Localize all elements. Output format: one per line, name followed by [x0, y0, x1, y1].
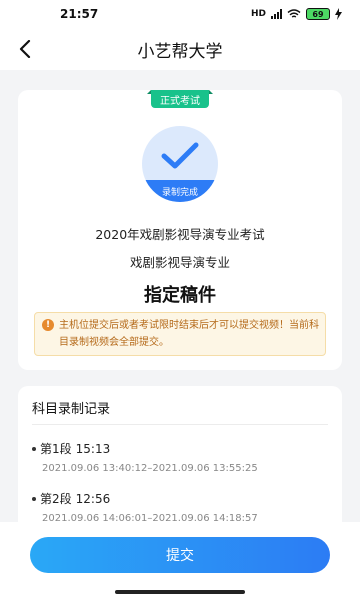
wifi-icon — [287, 9, 301, 18]
status-time: 21:57 — [60, 7, 99, 21]
signal-icon — [271, 9, 282, 19]
notice-box: ! 主机位提交后或者考试限时结束后才可以提交视频！当前科目录制视频会全部提交。 — [34, 312, 326, 356]
status-icons: HD 69 — [251, 8, 342, 20]
record-status-indicator: 录制完成 — [142, 126, 218, 202]
records-title: 科目录制记录 — [32, 402, 111, 417]
record-duration: 15:13 — [75, 441, 111, 456]
subject-title: 指定稿件 — [144, 285, 216, 306]
divider — [32, 424, 328, 425]
bullet-icon — [32, 496, 36, 501]
exam-name: 2020年戏剧影视导演专业考试 — [95, 227, 265, 242]
notice-text: 主机位提交后或者考试限时结束后才可以提交视频！当前科目录制视频会全部提交。 — [59, 320, 319, 348]
record-label: 第2段 — [40, 492, 72, 506]
record-status-label: 录制完成 — [142, 180, 218, 202]
bullet-icon — [32, 446, 36, 451]
record-duration: 12:56 — [75, 491, 111, 506]
chevron-left-icon — [19, 40, 31, 58]
record-item: 第1段 15:13 2021.09.06 13:40:12–2021.09.06… — [32, 440, 332, 474]
records-card: 科目录制记录 第1段 15:13 2021.09.06 13:40:12–202… — [18, 386, 342, 536]
battery-icon: 69 — [306, 8, 330, 20]
warning-icon: ! — [42, 319, 54, 331]
submit-button[interactable]: 提交 — [30, 537, 330, 573]
check-icon — [161, 142, 199, 169]
exam-type-badge: 正式考试 — [147, 90, 213, 108]
nav-bar: 小艺帮大学 — [0, 28, 360, 70]
charging-icon — [335, 8, 342, 20]
major-name: 戏剧影视导演专业 — [129, 255, 230, 270]
record-label: 第1段 — [40, 442, 72, 456]
exam-card: 正式考试 录制完成 2020年戏剧影视导演专业考试 戏剧影视导演专业 指定稿件 … — [18, 90, 342, 370]
network-label: HD — [250, 9, 266, 19]
record-item: 第2段 12:56 2021.09.06 14:06:01–2021.09.06… — [32, 490, 332, 524]
back-button[interactable] — [10, 34, 40, 64]
status-bar: 21:57 HD 69 — [0, 0, 360, 28]
record-time-range: 2021.09.06 13:40:12–2021.09.06 13:55:25 — [42, 463, 258, 474]
bottom-bar: 提交 — [0, 522, 360, 600]
home-indicator[interactable] — [115, 590, 245, 594]
page-title: 小艺帮大学 — [137, 41, 223, 62]
